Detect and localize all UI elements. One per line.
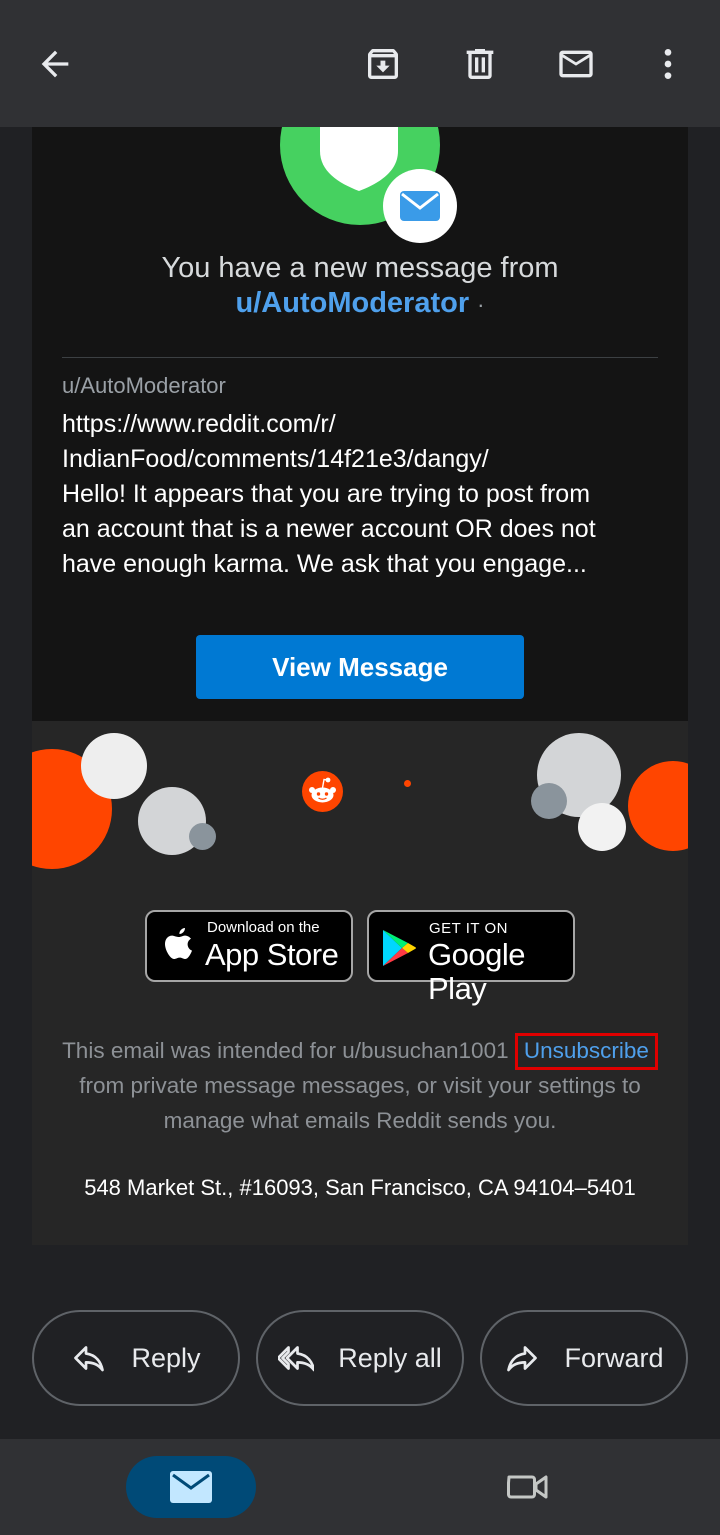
unsubscribe-link[interactable]: Unsubscribe	[514, 1033, 658, 1070]
headline-text: You have a new message from	[161, 252, 559, 284]
mail-badge-icon	[383, 169, 457, 243]
message-card: You have a new message from u/AutoModera…	[32, 127, 688, 721]
message-line: Hello! It appears that you are trying to…	[62, 480, 591, 508]
arrow-back-icon	[41, 50, 69, 78]
mail-icon	[559, 50, 593, 78]
back-button[interactable]	[27, 36, 83, 92]
apple-logo-icon	[165, 928, 192, 959]
trash-icon	[466, 49, 494, 79]
decor-bubble	[578, 803, 626, 851]
reply-all-button[interactable]: Reply all	[256, 1310, 464, 1406]
delete-button[interactable]	[452, 36, 508, 92]
forward-label: Forward	[564, 1342, 664, 1373]
mark-unread-button[interactable]	[548, 36, 604, 92]
reply-all-label: Reply all	[338, 1342, 442, 1373]
decor-dot	[404, 780, 411, 787]
footer-line: This email was intended for u/busuchan10…	[32, 1033, 688, 1070]
footer-line: from private message messages, or visit …	[79, 1073, 641, 1098]
decor-bubble	[81, 733, 147, 799]
archive-button[interactable]	[355, 36, 411, 92]
google-play-button[interactable]: GET IT ON Google Play	[367, 910, 575, 1006]
more-options-button[interactable]	[640, 36, 696, 92]
app-store-big-text: App Store	[205, 937, 339, 972]
video-camera-icon	[507, 1475, 548, 1499]
from-user-line: u/AutoModerator ·	[32, 285, 688, 323]
nav-meet-button[interactable]	[500, 1463, 556, 1511]
footer-line: manage what emails Reddit sends you.	[163, 1108, 557, 1133]
intended-text: This email was intended for u/busuchan10…	[62, 1038, 509, 1063]
google-play-logo-icon	[383, 930, 416, 966]
company-address: 548 Market St., #16093, San Francisco, C…	[84, 1175, 636, 1200]
nav-mail-button[interactable]	[126, 1456, 256, 1518]
reddit-logo-icon	[302, 771, 343, 812]
message-preview: https://www.reddit.com/r/ IndianFood/com…	[62, 407, 662, 582]
reply-all-icon	[278, 1346, 315, 1372]
email-body: You have a new message from u/AutoModera…	[0, 127, 720, 1439]
decor-bubble	[531, 783, 567, 819]
forward-button[interactable]: Forward	[480, 1310, 688, 1406]
archive-icon	[368, 49, 398, 79]
message-line: an account that is a newer account OR do…	[62, 515, 596, 543]
top-app-bar	[0, 0, 720, 127]
app-store-button[interactable]: Download on the App Store	[145, 910, 353, 982]
view-message-button[interactable]: View Message	[196, 635, 524, 699]
separator-dot: ·	[477, 292, 485, 317]
reply-icon	[74, 1346, 105, 1372]
google-play-big-text: Google Play	[428, 937, 525, 1006]
forward-icon	[507, 1346, 538, 1372]
shield-icon	[320, 127, 398, 191]
google-play-small-text: GET IT ON	[429, 920, 508, 937]
decor-bubble	[628, 761, 688, 851]
decor-bubble	[189, 823, 216, 850]
message-line: IndianFood/comments/14f21e3/dangy/	[62, 445, 489, 473]
mail-icon	[170, 1471, 212, 1503]
more-vert-icon	[664, 49, 672, 79]
sender-label: u/AutoModerator	[62, 373, 226, 398]
reply-label: Reply	[131, 1342, 201, 1373]
message-line: https://www.reddit.com/r/	[62, 410, 336, 438]
reply-button[interactable]: Reply	[32, 1310, 240, 1406]
divider	[62, 357, 658, 358]
footer-notice: This email was intended for u/busuchan10…	[32, 1033, 688, 1138]
bottom-navigation	[0, 1439, 720, 1535]
message-line: have enough karma. We ask that you engag…	[62, 550, 587, 578]
email-footer: Download on the App Store GET IT ON Goog…	[32, 721, 688, 1245]
app-store-small-text: Download on the	[207, 919, 320, 936]
from-user-link[interactable]: u/AutoModerator	[236, 287, 470, 319]
